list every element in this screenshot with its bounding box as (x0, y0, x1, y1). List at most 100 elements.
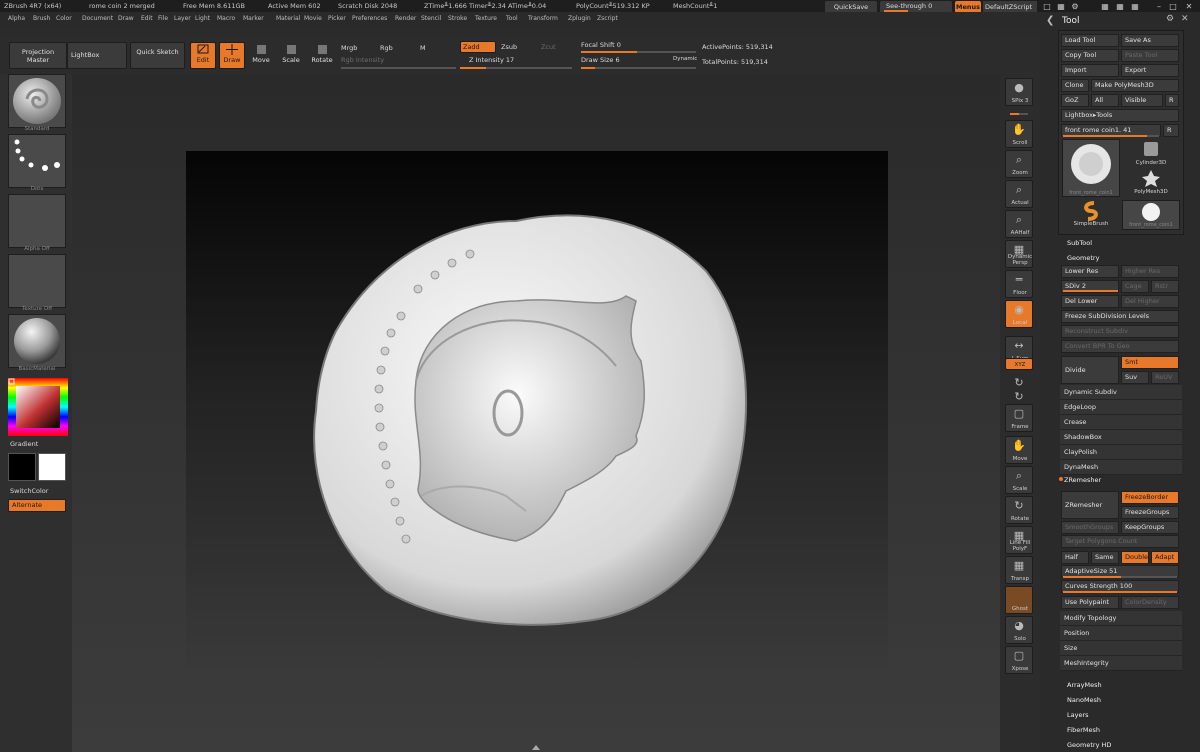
menu-material[interactable]: Material (276, 15, 300, 22)
load-tool-button[interactable]: Load Tool (1061, 34, 1119, 47)
focal-shift-track[interactable] (581, 51, 696, 53)
spix-button[interactable]: ● SPix 3 (1005, 78, 1033, 106)
stroke-thumbnail[interactable] (8, 134, 66, 188)
main-color-swatch[interactable] (38, 453, 66, 481)
tool-palette-arrow-icon[interactable]: ❮ (1046, 15, 1054, 26)
nanomesh-header[interactable]: NanoMesh (1067, 696, 1101, 704)
palette-pin-icon[interactable]: ⚙ (1166, 14, 1174, 24)
z-intensity-slider[interactable]: Z Intensity 17 (469, 56, 514, 64)
cage-button[interactable]: Cage (1121, 280, 1149, 293)
meshintegrity-header[interactable]: MeshIntegrity (1060, 656, 1182, 671)
tile2-icon[interactable]: ▦ (1115, 2, 1125, 11)
target-polygons-slider[interactable]: Target Polygons Count (1061, 535, 1179, 548)
half-toggle[interactable]: Half (1061, 551, 1089, 564)
menu-edit[interactable]: Edit (141, 15, 153, 22)
lower-res-button[interactable]: Lower Res (1061, 265, 1119, 278)
del-higher-button[interactable]: Del Higher (1121, 295, 1179, 308)
material-thumbnail[interactable] (8, 314, 66, 368)
local-button[interactable]: ◉ Local (1005, 300, 1033, 328)
menu-tool[interactable]: Tool (506, 15, 518, 22)
menu-macro[interactable]: Macro (217, 15, 235, 22)
fibermesh-header[interactable]: FiberMesh (1067, 726, 1100, 734)
smoothgroups-slider[interactable]: SmoothGroups (1061, 521, 1119, 534)
alpha-thumbnail[interactable] (8, 194, 66, 248)
rgb-intensity-track[interactable] (341, 67, 456, 69)
m-button[interactable]: M (420, 44, 426, 52)
use-polypaint-toggle[interactable]: Use Polypaint (1061, 596, 1119, 609)
tool-thumb-main[interactable]: front_rome_coin1 (1062, 139, 1120, 197)
layout-icon[interactable]: ▦ (1056, 2, 1066, 11)
xpose-button[interactable]: ▢ Xpose (1005, 646, 1033, 674)
tool-thumb-cylinder[interactable]: Cylinder3D (1122, 139, 1180, 168)
gradient-toggle[interactable]: Gradient (10, 440, 38, 448)
reuv-button[interactable]: ReUV (1151, 371, 1179, 384)
paste-tool-button[interactable]: Paste Tool (1121, 49, 1179, 62)
menu-layer[interactable]: Layer (174, 15, 191, 22)
rgb-button[interactable]: Rgb (380, 44, 393, 52)
menu-marker[interactable]: Marker (243, 15, 264, 22)
projection-master-button[interactable]: Projection Master (9, 42, 67, 69)
same-toggle[interactable]: Same (1091, 551, 1119, 564)
actual-button[interactable]: ⌕ Actual (1005, 180, 1033, 208)
export-button[interactable]: Export (1121, 64, 1179, 77)
solo-button[interactable]: ◕ Solo (1005, 616, 1033, 644)
rot-z-button[interactable]: ↻ (1005, 388, 1033, 403)
brush-thumbnail[interactable] (8, 74, 66, 128)
menu-color[interactable]: Color (56, 15, 72, 22)
tool-thumb-simplebrush[interactable]: SimpleBrush (1062, 200, 1120, 230)
del-lower-button[interactable]: Del Lower (1061, 295, 1119, 308)
zadd-button[interactable]: Zadd (460, 41, 496, 53)
ghost-button[interactable]: Ghost (1005, 586, 1033, 614)
menu-preferences[interactable]: Preferences (352, 15, 387, 22)
palette-close-icon[interactable]: ✕ (1181, 14, 1189, 24)
quick-sketch-button[interactable]: Quick Sketch (130, 42, 185, 69)
reconstruct-subdiv-button[interactable]: Reconstruct Subdiv (1061, 325, 1179, 338)
copy-tool-button[interactable]: Copy Tool (1061, 49, 1119, 62)
spix-slider[interactable] (1010, 113, 1028, 115)
crease-header[interactable]: Crease (1060, 415, 1182, 430)
maximize-icon[interactable]: □ (1168, 2, 1178, 11)
tile3-icon[interactable]: ▦ (1130, 2, 1140, 11)
menu-picker[interactable]: Picker (328, 15, 346, 22)
alternate-button[interactable]: Alternate (8, 499, 66, 512)
minimize-icon[interactable]: – (1154, 2, 1164, 11)
freeze-subdiv-button[interactable]: Freeze SubDivision Levels (1061, 310, 1179, 323)
menu-texture[interactable]: Texture (475, 15, 497, 22)
lightbox-button[interactable]: LightBox (67, 42, 127, 69)
position-header[interactable]: Position (1060, 626, 1182, 641)
scale-button[interactable]: Scale (279, 42, 303, 69)
settings-icon[interactable]: ⚙ (1070, 2, 1080, 11)
menu-brush[interactable]: Brush (33, 15, 50, 22)
all-button[interactable]: All (1091, 94, 1119, 107)
double-toggle[interactable]: Double (1121, 551, 1149, 564)
dynamic-subdiv-header[interactable]: Dynamic Subdiv (1060, 385, 1182, 400)
aahalf-button[interactable]: ⌕ AAHalf (1005, 210, 1033, 238)
layers-header[interactable]: Layers (1067, 711, 1089, 719)
menu-zscript[interactable]: Zscript (597, 15, 618, 22)
divide-button[interactable]: Divide (1061, 356, 1119, 384)
modify-topology-header[interactable]: Modify Topology (1060, 611, 1182, 626)
tool-thumb-front[interactable]: front_rome_coin1 (1122, 200, 1180, 230)
dynamic-toggle[interactable]: Dynamic (673, 56, 697, 62)
persp-button[interactable]: ▦ Dynamic Persp (1005, 240, 1033, 268)
import-button[interactable]: Import (1061, 64, 1119, 77)
zoom-button[interactable]: ⌕ Zoom (1005, 150, 1033, 178)
document-canvas[interactable] (186, 151, 888, 675)
rot-y-button[interactable]: ↻ (1005, 374, 1033, 389)
edgeloop-header[interactable]: EdgeLoop (1060, 400, 1182, 415)
texture-thumbnail[interactable] (8, 254, 66, 308)
freezegroups-toggle[interactable]: FreezeGroups (1121, 506, 1179, 519)
colordensity-slider[interactable]: ColorDensity (1121, 596, 1179, 609)
rstr-button[interactable]: Rstr (1151, 280, 1179, 293)
goz-button[interactable]: GoZ (1061, 94, 1089, 107)
suv-toggle[interactable]: Suv (1121, 371, 1149, 384)
draw-button[interactable]: Draw (219, 42, 245, 69)
menu-render[interactable]: Render (395, 15, 416, 22)
menu-light[interactable]: Light (195, 15, 210, 22)
scale-view-button[interactable]: ⌕ Scale (1005, 466, 1033, 494)
freezeborder-toggle[interactable]: FreezeBorder (1121, 491, 1179, 504)
mrgb-button[interactable]: Mrgb (341, 44, 357, 52)
floor-button[interactable]: ═ Floor (1005, 270, 1033, 298)
menu-draw[interactable]: Draw (118, 15, 134, 22)
secondary-color-swatch[interactable] (8, 453, 36, 481)
